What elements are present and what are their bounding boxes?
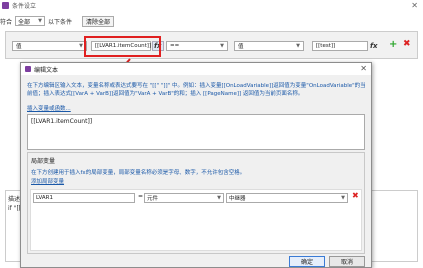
right-value-input[interactable]: [[test]] <box>312 41 368 51</box>
local-variable-target: 中继器 <box>229 196 246 202</box>
dialog-instruction: 在下方编辑区输入文本，变量名称或表达式要写在 "[[" "]]" 中。例如：插入… <box>27 83 366 97</box>
edit-text-dialog: 编辑文本 ✕ 在下方编辑区输入文本，变量名称或表达式要写在 "[[" "]]" … <box>20 62 372 268</box>
dialog-title: 编辑文本 <box>34 66 59 74</box>
chevron-down-icon: ▼ <box>79 43 83 49</box>
right-fx-button[interactable]: fx <box>370 41 378 51</box>
match-select[interactable]: 全部 ▼ <box>15 16 46 26</box>
highlight-box <box>84 36 161 57</box>
window-title-bar: 条件设立 ✕ <box>0 0 423 11</box>
match-suffix: 以下条件 <box>48 18 73 26</box>
left-type-value: 值 <box>16 44 22 50</box>
local-variables-desc: 在下方创建用于插入fx的局部变量，局部变量名称必须是字母、数字，不允许包含空格。 <box>31 170 246 176</box>
condition-row: 符合 全部 ▼ 以下条件 清除全部 <box>0 15 115 27</box>
local-variable-row: LVAR1 = 元件 ▼ 中继器 ▼ ✖ <box>31 191 361 205</box>
left-type-select[interactable]: 值 ▼ <box>12 41 87 51</box>
local-variables-panel: 局部变量 在下方创建用于插入fx的局部变量，局部变量名称必须是字母、数字，不允许… <box>27 152 365 254</box>
window-title: 条件设立 <box>12 3 37 10</box>
rule-panel: 值 ▼ [[LVAR1.itemCount]] fx == ▼ 值 ▼ [[te… <box>5 31 418 59</box>
chevron-down-icon: ▼ <box>38 18 43 24</box>
right-value-text: [[test]] <box>316 43 336 49</box>
local-variable-type: 元件 <box>147 196 159 202</box>
chevron-down-icon: ▼ <box>341 195 345 201</box>
add-rule-icon[interactable]: + <box>389 39 397 50</box>
equals-sign: = <box>138 193 144 200</box>
clear-all-button[interactable]: 清除全部 <box>82 15 115 27</box>
delete-rule-icon[interactable]: ✖ <box>403 39 411 49</box>
description-label: 描述 <box>8 196 21 203</box>
local-variable-name-input[interactable]: LVAR1 <box>33 193 135 203</box>
window-close-icon[interactable]: ✕ <box>411 0 418 11</box>
right-type-select[interactable]: 值 ▼ <box>234 41 304 51</box>
dialog-title-bar: 编辑文本 ✕ <box>21 63 371 75</box>
expression-textarea[interactable]: [[LVAR1.itemCount]] <box>27 114 365 150</box>
match-label: 符合 <box>0 18 13 26</box>
fx-icon: fx <box>370 42 378 50</box>
app-icon <box>25 66 31 72</box>
local-variables-title: 局部变量 <box>31 158 56 165</box>
right-type-value: 值 <box>238 44 244 50</box>
operator-select[interactable]: == ▼ <box>166 41 228 51</box>
insert-variable-link[interactable]: 插入变量或函数... <box>27 104 71 112</box>
chevron-down-icon: ▼ <box>220 43 224 49</box>
local-variable-type-select[interactable]: 元件 ▼ <box>144 193 224 203</box>
cancel-button[interactable]: 取消 <box>329 256 365 267</box>
local-variables-list: LVAR1 = 元件 ▼ 中继器 ▼ ✖ <box>30 189 362 251</box>
app-icon <box>2 2 9 9</box>
local-variable-name: LVAR1 <box>36 195 53 201</box>
ok-button[interactable]: 确定 <box>289 256 325 267</box>
local-variable-target-select[interactable]: 中继器 ▼ <box>226 193 348 203</box>
operator-value: == <box>170 43 180 49</box>
chevron-down-icon: ▼ <box>296 43 300 49</box>
dialog-close-icon[interactable]: ✕ <box>360 63 367 75</box>
delete-local-variable-icon[interactable]: ✖ <box>352 191 359 200</box>
add-local-variable-link[interactable]: 添加局部变量 <box>31 177 64 185</box>
match-select-value: 全部 <box>18 18 31 26</box>
chevron-down-icon: ▼ <box>217 195 221 201</box>
